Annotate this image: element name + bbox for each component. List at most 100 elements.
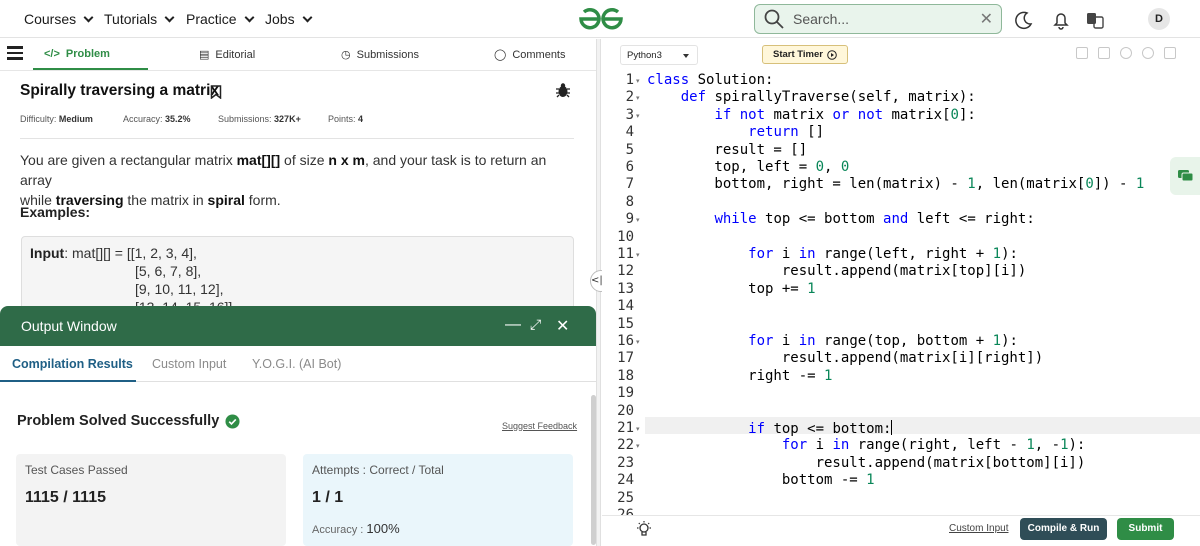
tab-editorial[interactable]: ▤ Editorial bbox=[199, 48, 256, 62]
tab-submissions[interactable]: ◷ Submissions bbox=[341, 48, 419, 62]
code-line[interactable]: if not matrix or not matrix[0]: bbox=[647, 107, 975, 123]
submissions-label: Submissions: bbox=[218, 114, 272, 124]
fold-arrow-icon[interactable]: ▾ bbox=[636, 425, 640, 433]
code-line[interactable]: for i in range(right, left - 1, -1): bbox=[647, 437, 1086, 453]
expand-icon[interactable]: ⤢ bbox=[530, 316, 541, 333]
site-logo-icon[interactable] bbox=[577, 6, 625, 32]
test-cases-card: Test Cases Passed 1115 / 1115 bbox=[16, 454, 286, 546]
chevron-down-icon bbox=[302, 12, 313, 22]
code-line[interactable]: top += 1 bbox=[647, 281, 815, 297]
bookmark-icon[interactable] bbox=[210, 85, 222, 99]
accuracy-result-value: 100% bbox=[366, 521, 400, 536]
code-line[interactable]: for i in range(left, right + 1): bbox=[647, 246, 1018, 262]
caret-down-icon bbox=[683, 54, 689, 58]
avatar[interactable]: D bbox=[1148, 8, 1170, 30]
code-line[interactable]: bottom -= 1 bbox=[647, 472, 875, 488]
code-line[interactable]: def spirallyTraverse(self, matrix): bbox=[647, 89, 976, 105]
tab-problem[interactable]: </> Problem bbox=[44, 48, 110, 60]
fold-arrow-icon[interactable]: ▾ bbox=[636, 338, 640, 346]
attempts-label: Attempts : Correct / Total bbox=[312, 463, 444, 477]
line-number: 13 bbox=[617, 280, 634, 297]
line-number: 12 bbox=[617, 263, 634, 280]
chevron-down-icon bbox=[244, 12, 255, 22]
code-line[interactable]: result = [] bbox=[647, 142, 807, 158]
accuracy-meta: Accuracy: 35.2% bbox=[123, 114, 191, 124]
line-number: 16 bbox=[617, 333, 634, 349]
nav-menu-jobs[interactable]: Jobs bbox=[265, 11, 313, 27]
report-bug-icon[interactable] bbox=[555, 82, 571, 98]
clock-icon: ◷ bbox=[341, 49, 351, 61]
tab-custom-input[interactable]: Custom Input bbox=[152, 357, 226, 371]
status-text: Problem Solved Successfully bbox=[17, 413, 220, 429]
test-cases-label: Test Cases Passed bbox=[25, 463, 128, 477]
suggest-feedback-link[interactable]: Suggest Feedback bbox=[502, 421, 577, 431]
top-navbar: Courses Tutorials Practice Jobs Search..… bbox=[0, 0, 1200, 38]
submit-button[interactable]: Submit bbox=[1117, 518, 1174, 540]
line-number: 7 bbox=[625, 176, 634, 193]
copy-icon[interactable] bbox=[1076, 47, 1088, 59]
output-header: Output Window — ⤢ ✕ bbox=[0, 306, 596, 346]
code-line[interactable]: if top <= bottom: bbox=[647, 420, 893, 437]
code-icon: </> bbox=[44, 48, 60, 60]
hamburger-menu-icon[interactable] bbox=[7, 46, 23, 60]
test-cases-value: 1115 / 1115 bbox=[25, 489, 106, 506]
code-line[interactable]: result.append(matrix[top][i]) bbox=[647, 263, 1026, 279]
line-number: 23 bbox=[617, 454, 634, 471]
chat-icon bbox=[1178, 170, 1194, 182]
line-number: 5 bbox=[625, 141, 634, 158]
settings-icon[interactable] bbox=[1120, 47, 1132, 59]
dark-mode-icon[interactable] bbox=[1013, 9, 1035, 31]
clear-search-icon[interactable]: ✕ bbox=[980, 9, 993, 29]
fold-arrow-icon[interactable]: ▾ bbox=[636, 216, 640, 224]
code-line[interactable]: result.append(matrix[i][right]) bbox=[647, 350, 1043, 366]
code-editor[interactable]: class Solution: def spirallyTraverse(sel… bbox=[645, 70, 1200, 516]
custom-input-link[interactable]: Custom Input bbox=[949, 523, 1008, 534]
chevron-down-icon bbox=[83, 12, 94, 22]
output-title: Output Window bbox=[21, 318, 117, 334]
line-number: 20 bbox=[617, 402, 634, 419]
tab-compilation-results[interactable]: Compilation Results bbox=[12, 357, 133, 371]
notification-bell-icon[interactable] bbox=[1050, 9, 1072, 31]
code-line[interactable]: result.append(matrix[bottom][i]) bbox=[647, 455, 1086, 471]
language-select[interactable]: Python3 bbox=[620, 45, 698, 65]
close-icon[interactable]: ✕ bbox=[556, 316, 569, 336]
code-line[interactable]: for i in range(top, bottom + 1): bbox=[647, 333, 1018, 349]
timer-label: Start Timer bbox=[773, 49, 823, 60]
fold-arrow-icon[interactable]: ▾ bbox=[636, 94, 640, 102]
tab-yogi-ai-bot[interactable]: Y.O.G.I. (AI Bot) bbox=[252, 357, 341, 371]
code-line[interactable]: bottom, right = len(matrix) - 1, len(mat… bbox=[647, 176, 1144, 192]
example-input-line: Input: mat[][] = [[1, 2, 3, 4], bbox=[30, 245, 197, 261]
code-line[interactable]: while top <= bottom and left <= right: bbox=[647, 211, 1034, 227]
reset-icon[interactable] bbox=[1142, 47, 1154, 59]
pane-divider[interactable] bbox=[596, 39, 601, 546]
code-line[interactable]: top, left = 0, 0 bbox=[647, 159, 849, 175]
code-line[interactable]: return [] bbox=[647, 124, 824, 140]
start-timer-button[interactable]: Start Timer bbox=[762, 45, 848, 64]
editor-bottom-bar bbox=[602, 515, 1200, 546]
chat-fab[interactable] bbox=[1170, 157, 1200, 195]
fullscreen-icon[interactable] bbox=[1164, 47, 1176, 59]
search-input[interactable]: Search... bbox=[793, 11, 980, 27]
file-icon[interactable] bbox=[1098, 47, 1110, 59]
fold-arrow-icon[interactable]: ▾ bbox=[636, 112, 640, 120]
desc-text: form. bbox=[244, 192, 281, 208]
tab-label: Editorial bbox=[215, 48, 256, 61]
fold-arrow-icon[interactable]: ▾ bbox=[636, 442, 640, 450]
search-box[interactable]: Search... ✕ bbox=[754, 4, 1002, 34]
attempts-value: 1 / 1 bbox=[312, 489, 344, 506]
fold-arrow-icon[interactable]: ▾ bbox=[636, 251, 640, 259]
nav-menu-tutorials[interactable]: Tutorials bbox=[104, 11, 175, 27]
fold-arrow-icon[interactable]: ▾ bbox=[636, 77, 640, 85]
active-tab-indicator bbox=[33, 68, 148, 70]
lightbulb-icon[interactable] bbox=[635, 520, 653, 538]
tab-comments[interactable]: ◯ Comments bbox=[494, 48, 566, 62]
code-line[interactable]: class Solution: bbox=[647, 72, 773, 88]
code-line[interactable]: right -= 1 bbox=[647, 368, 832, 384]
nav-menu-practice[interactable]: Practice bbox=[186, 11, 255, 27]
line-number: 2 bbox=[625, 89, 634, 106]
compile-run-button[interactable]: Compile & Run bbox=[1020, 518, 1107, 540]
nav-menu-courses[interactable]: Courses bbox=[24, 11, 94, 27]
minimize-icon[interactable]: — bbox=[505, 316, 521, 334]
desc-bold: mat[][] bbox=[236, 152, 281, 168]
translate-icon[interactable] bbox=[1084, 9, 1106, 31]
